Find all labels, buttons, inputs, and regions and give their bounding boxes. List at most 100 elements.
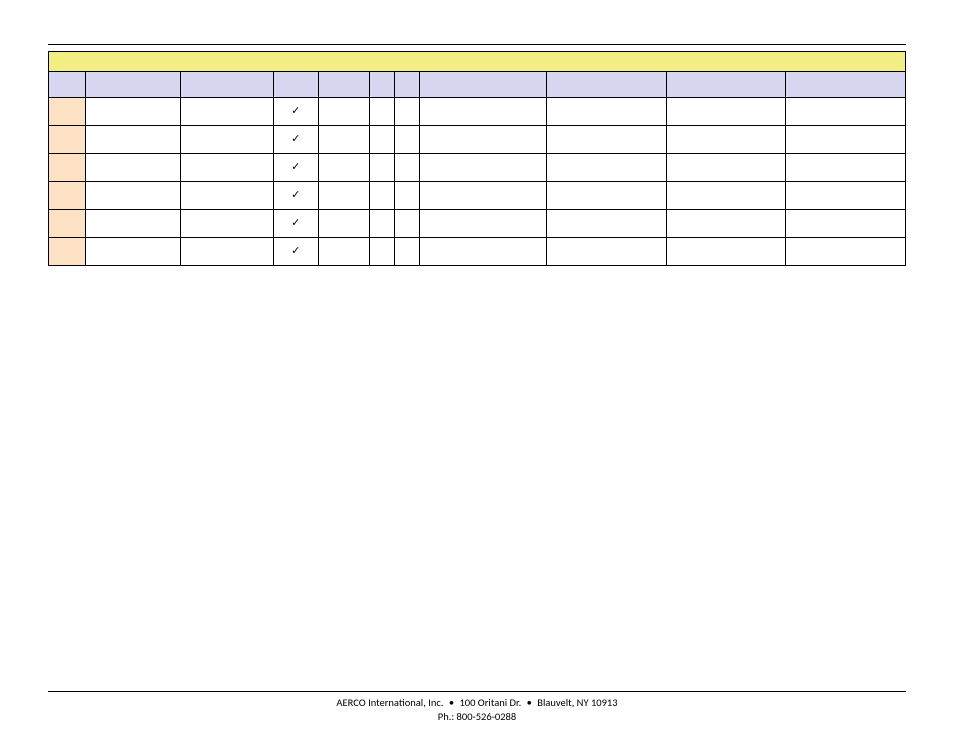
cell bbox=[786, 154, 906, 182]
cell bbox=[370, 182, 395, 210]
cell bbox=[180, 210, 273, 238]
footer-line-2: Ph.: 800-526-0288 bbox=[0, 710, 954, 724]
cell bbox=[395, 182, 420, 210]
cell bbox=[318, 210, 369, 238]
cell bbox=[49, 238, 86, 266]
table-row: ✓ bbox=[49, 238, 906, 266]
table-row: ✓ bbox=[49, 182, 906, 210]
cell: ✓ bbox=[273, 98, 318, 126]
cell bbox=[370, 238, 395, 266]
cell bbox=[86, 182, 181, 210]
th-6 bbox=[395, 72, 420, 98]
cell bbox=[180, 182, 273, 210]
cell bbox=[318, 182, 369, 210]
cell bbox=[786, 182, 906, 210]
cell bbox=[547, 154, 666, 182]
cell bbox=[786, 210, 906, 238]
cell bbox=[666, 210, 785, 238]
cell bbox=[395, 126, 420, 154]
cell bbox=[395, 154, 420, 182]
cell bbox=[547, 238, 666, 266]
top-rule bbox=[48, 44, 906, 45]
cell: ✓ bbox=[273, 154, 318, 182]
dot-icon: • bbox=[524, 696, 535, 709]
th-5 bbox=[370, 72, 395, 98]
th-0 bbox=[49, 72, 86, 98]
cell bbox=[419, 238, 547, 266]
footer-address: 100 Oritani Dr. bbox=[459, 696, 521, 709]
check-icon: ✓ bbox=[291, 189, 300, 201]
th-9 bbox=[666, 72, 785, 98]
cell bbox=[547, 98, 666, 126]
footer-phone: Ph.: 800-526-0288 bbox=[438, 710, 516, 723]
footer-line-1: AERCO International, Inc. • 100 Oritani … bbox=[0, 696, 954, 710]
cell bbox=[786, 126, 906, 154]
cell bbox=[180, 238, 273, 266]
page-footer: AERCO International, Inc. • 100 Oritani … bbox=[0, 691, 954, 724]
cell bbox=[547, 210, 666, 238]
cell bbox=[86, 238, 181, 266]
cell bbox=[49, 210, 86, 238]
cell bbox=[370, 210, 395, 238]
cell bbox=[370, 98, 395, 126]
check-icon: ✓ bbox=[291, 245, 300, 257]
cell bbox=[49, 182, 86, 210]
cell bbox=[86, 98, 181, 126]
table-title bbox=[49, 52, 906, 72]
th-7 bbox=[419, 72, 547, 98]
cell bbox=[666, 182, 785, 210]
cell bbox=[180, 98, 273, 126]
cell bbox=[419, 98, 547, 126]
cell bbox=[547, 182, 666, 210]
cell bbox=[419, 182, 547, 210]
cell bbox=[666, 98, 785, 126]
cell bbox=[395, 238, 420, 266]
cell bbox=[180, 126, 273, 154]
cell bbox=[547, 126, 666, 154]
table-header-row bbox=[49, 72, 906, 98]
cell bbox=[395, 98, 420, 126]
cell bbox=[86, 154, 181, 182]
cell bbox=[86, 210, 181, 238]
cell bbox=[370, 154, 395, 182]
check-icon: ✓ bbox=[291, 217, 300, 229]
cell bbox=[419, 154, 547, 182]
cell bbox=[49, 126, 86, 154]
th-4 bbox=[318, 72, 369, 98]
cell bbox=[318, 154, 369, 182]
check-icon: ✓ bbox=[291, 105, 300, 117]
cell bbox=[666, 154, 785, 182]
th-10 bbox=[786, 72, 906, 98]
cell: ✓ bbox=[273, 210, 318, 238]
cell bbox=[86, 126, 181, 154]
check-icon: ✓ bbox=[291, 133, 300, 145]
table-row: ✓ bbox=[49, 210, 906, 238]
cell bbox=[318, 98, 369, 126]
footer-city: Blauvelt, NY 10913 bbox=[537, 696, 617, 709]
table-row: ✓ bbox=[49, 154, 906, 182]
cell bbox=[666, 238, 785, 266]
cell bbox=[318, 126, 369, 154]
cell bbox=[318, 238, 369, 266]
parts-table: ✓ ✓ ✓ bbox=[48, 51, 906, 266]
check-icon: ✓ bbox=[291, 161, 300, 173]
th-3 bbox=[273, 72, 318, 98]
cell bbox=[49, 98, 86, 126]
footer-company: AERCO International, Inc. bbox=[336, 696, 443, 709]
cell: ✓ bbox=[273, 238, 318, 266]
cell bbox=[180, 154, 273, 182]
cell: ✓ bbox=[273, 182, 318, 210]
th-2 bbox=[180, 72, 273, 98]
footer-rule bbox=[48, 691, 906, 692]
cell: ✓ bbox=[273, 126, 318, 154]
cell bbox=[786, 98, 906, 126]
cell bbox=[49, 154, 86, 182]
cell bbox=[666, 126, 785, 154]
cell bbox=[419, 126, 547, 154]
cell bbox=[419, 210, 547, 238]
cell bbox=[786, 238, 906, 266]
th-1 bbox=[86, 72, 181, 98]
th-8 bbox=[547, 72, 666, 98]
table-title-row bbox=[49, 52, 906, 72]
cell bbox=[395, 210, 420, 238]
